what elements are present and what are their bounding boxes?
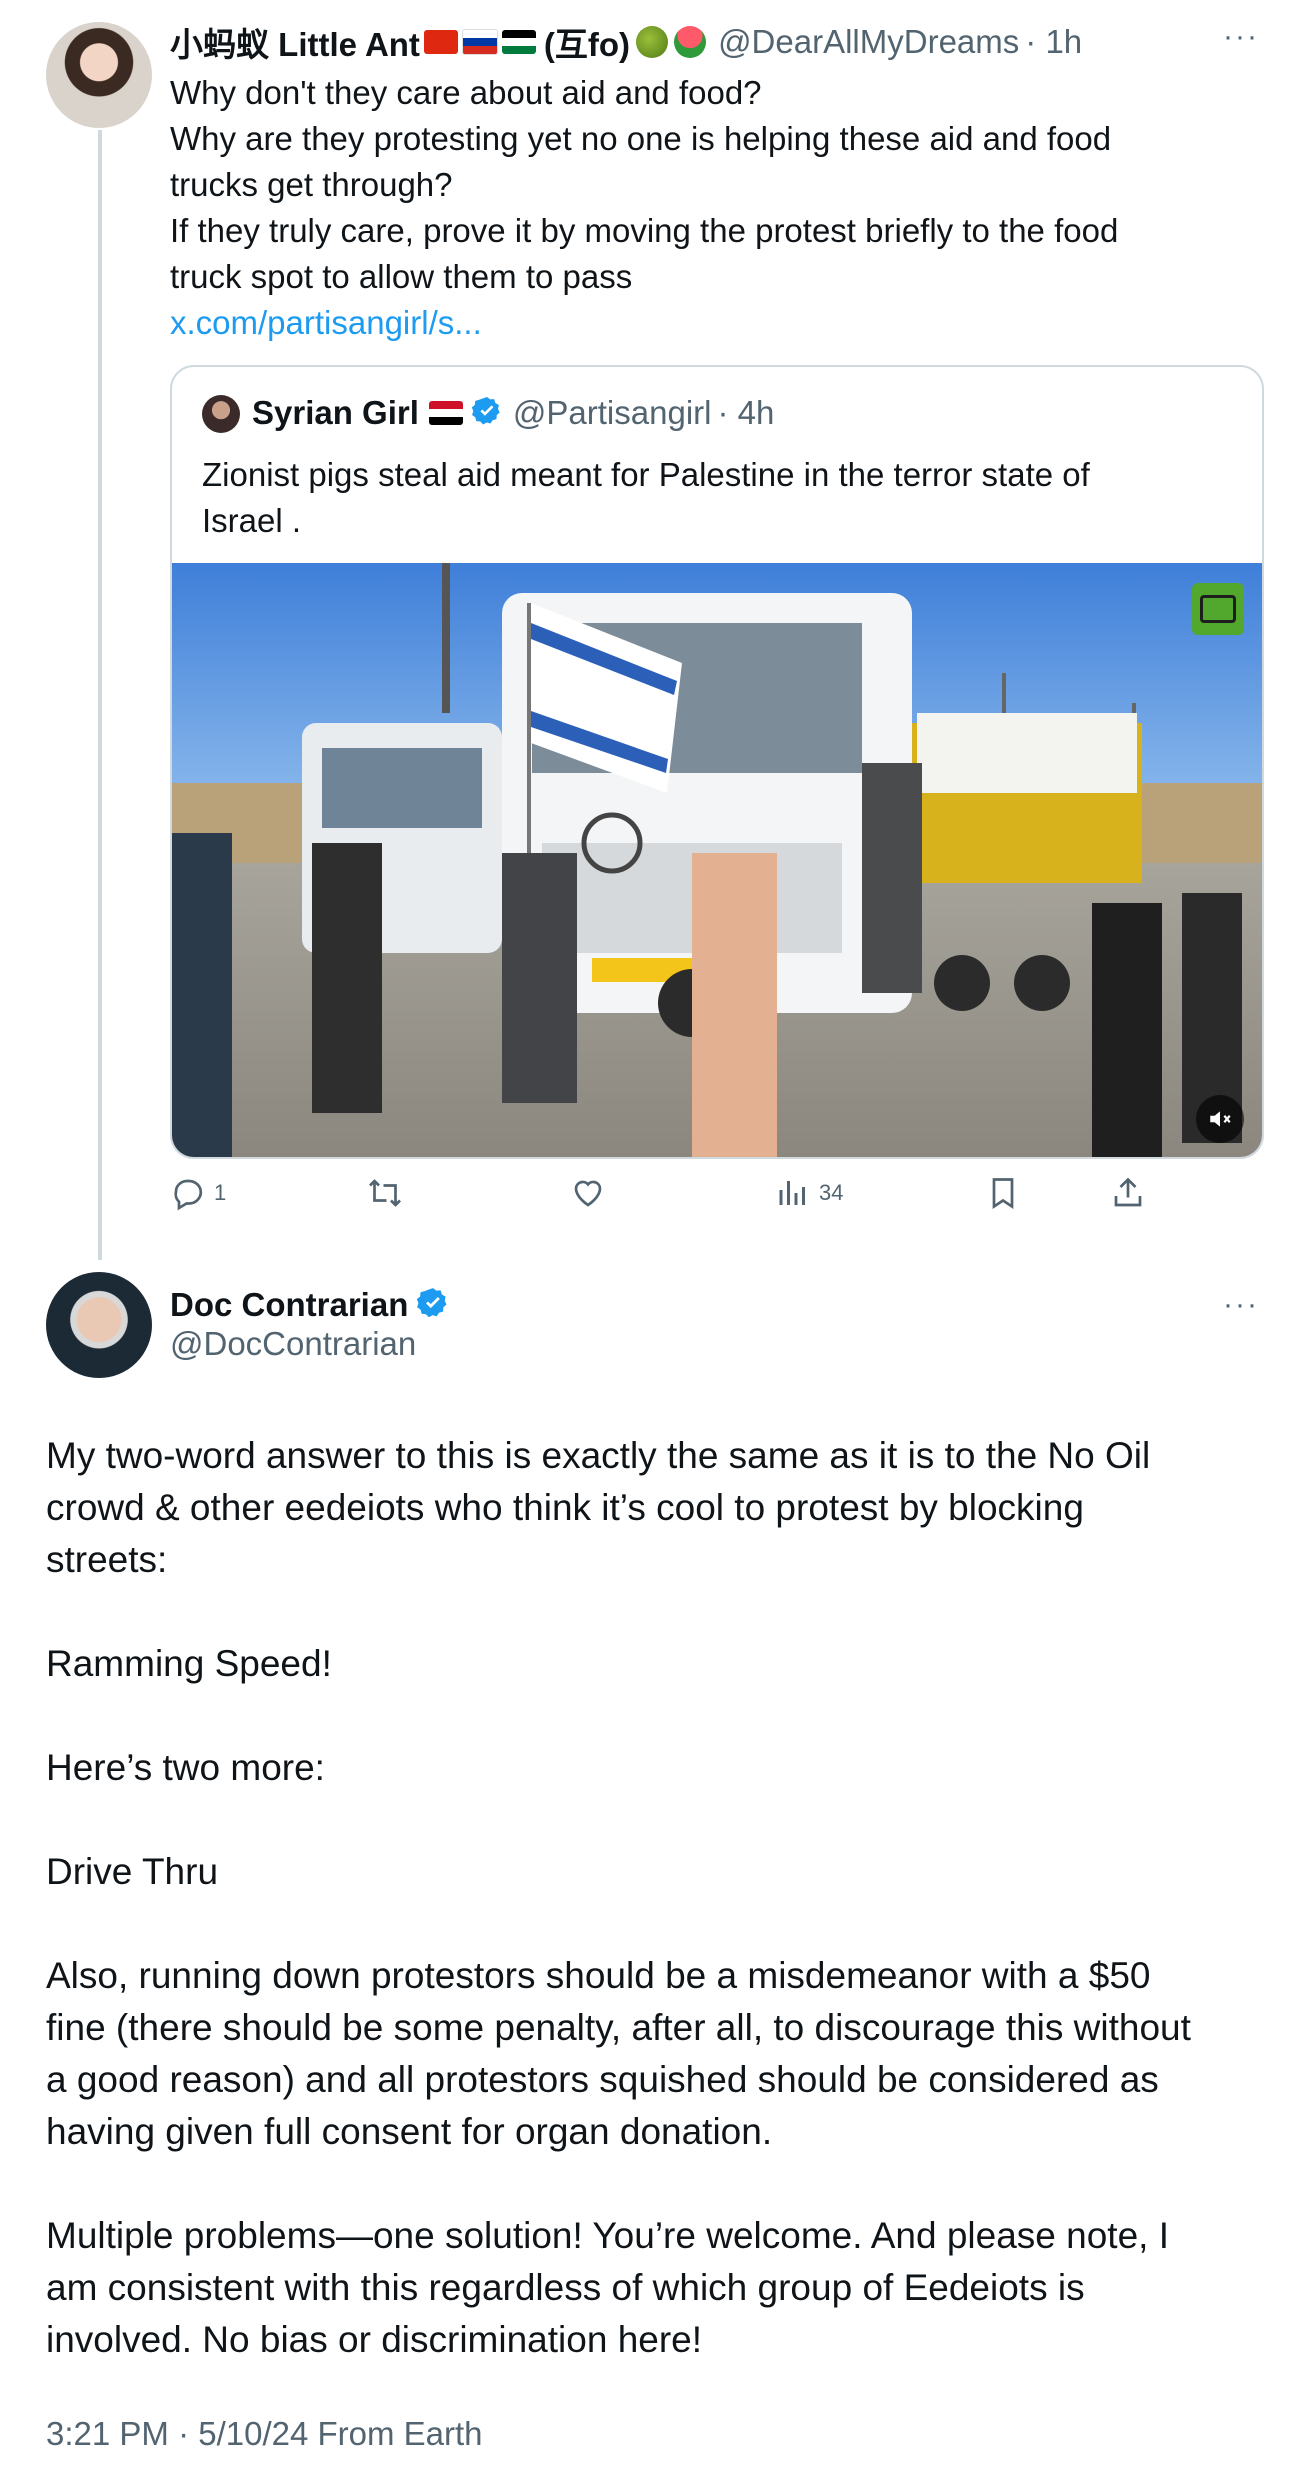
verified-badge-icon — [471, 395, 503, 432]
russia-flag-icon — [461, 29, 498, 55]
text-line: streets: — [46, 1539, 168, 1580]
share-button[interactable] — [1110, 1175, 1146, 1211]
text-line: involved. No bias or discrimination here… — [46, 2319, 703, 2360]
avatar-doc-contrarian[interactable] — [46, 1272, 152, 1378]
quote-text: Zionist pigs steal aid meant for Palesti… — [202, 452, 1242, 544]
main-tweet-header: Doc Contrarian — [170, 1282, 450, 1328]
text-line: Here’s two more: — [46, 1747, 325, 1788]
captions-badge-icon — [1192, 583, 1244, 635]
text-line: Ramming Speed! — [46, 1643, 332, 1684]
text-line: Also, running down protestors should be … — [46, 1955, 1151, 1996]
parent-text-line: Why are they protesting yet no one is he… — [170, 120, 1112, 157]
bookmark-icon — [992, 1178, 1014, 1210]
mute-toggle-icon[interactable] — [1196, 1095, 1244, 1143]
syria-flag-icon — [428, 401, 463, 425]
parent-tweet-header: 小蚂蚁 Little Ant (互fo) @DearAllMyDreams · … — [170, 18, 1250, 66]
palestine-flag-icon — [501, 30, 536, 54]
text-line: crowd & other eedeiots who think it’s co… — [46, 1487, 1084, 1528]
video-thumbnail[interactable] — [172, 563, 1262, 1157]
parent-tweet-text: Why don't they care about aid and food? … — [170, 70, 1260, 346]
parent-text-line: If they truly care, prove it by moving t… — [170, 212, 1119, 249]
main-display-name[interactable]: Doc Contrarian — [170, 1286, 408, 1324]
parent-link[interactable]: x.com/partisangirl/s... — [170, 300, 1260, 346]
tweet-timestamp[interactable]: 3:21 PM · 5/10/24 From Earth — [46, 2415, 483, 2453]
quote-header: Syrian Girl @Partisangirl · 4h — [252, 389, 774, 437]
parent-name-suffix: (互fo) — [543, 26, 631, 63]
views-count: 34 — [819, 1180, 844, 1205]
quote-display-name: Syrian Girl — [252, 394, 419, 431]
main-tweet-text: My two-word answer to this is exactly th… — [46, 1430, 1266, 2366]
parent-text-line: Why don't they care about aid and food? — [170, 74, 762, 111]
reply-icon — [174, 1179, 203, 1211]
olive-emoji-icon — [636, 26, 669, 58]
bookmark-button[interactable] — [985, 1175, 1021, 1211]
views-button[interactable]: 34 — [775, 1175, 843, 1211]
quoted-tweet-card[interactable]: Syrian Girl @Partisangirl · 4h Zionist p… — [170, 365, 1264, 1159]
parent-handle[interactable]: @DearAllMyDreams — [718, 23, 1019, 61]
share-icon — [1114, 1177, 1142, 1207]
thread-connector-line — [98, 130, 102, 1260]
text-line: am consistent with this regardless of wh… — [46, 2267, 1085, 2308]
parent-display-name[interactable]: 小蚂蚁 Little Ant — [170, 18, 420, 66]
reply-count: 1 — [214, 1180, 227, 1205]
quote-text-line: Israel . — [202, 502, 302, 539]
parent-text-line: trucks get through? — [170, 166, 453, 203]
text-line: a good reason) and all protestors squish… — [46, 2059, 1159, 2100]
quote-text-line: Zionist pigs steal aid meant for Palesti… — [202, 456, 1090, 493]
heart-icon — [574, 1180, 602, 1207]
text-line: My two-word answer to this is exactly th… — [46, 1435, 1151, 1476]
parent-more-icon[interactable]: ··· — [1223, 20, 1259, 54]
text-line: having given full consent for organ dona… — [46, 2111, 773, 2152]
parent-text-line: truck spot to allow them to pass — [170, 258, 633, 295]
views-chart-icon — [779, 1181, 805, 1205]
retweet-icon — [369, 1179, 401, 1207]
retweet-button[interactable] — [365, 1175, 413, 1211]
watermelon-emoji-icon — [674, 26, 707, 58]
text-line: fine (there should be some penalty, afte… — [46, 2007, 1191, 2048]
china-flag-icon — [423, 30, 458, 54]
verified-badge-icon — [416, 1286, 450, 1325]
reply-button[interactable]: 1 — [170, 1175, 226, 1211]
main-more-icon[interactable]: ··· — [1223, 1288, 1259, 1322]
quote-handle: @Partisangirl — [512, 394, 712, 431]
main-handle[interactable]: @DocContrarian — [170, 1325, 416, 1363]
parent-time[interactable]: · 1h — [1025, 23, 1082, 61]
avatar-little-ant[interactable] — [46, 22, 152, 128]
text-line: Drive Thru — [46, 1851, 219, 1892]
like-button[interactable] — [570, 1175, 614, 1211]
quote-time: · 4h — [717, 394, 775, 431]
text-line: Multiple problems—one solution! You’re w… — [46, 2215, 1170, 2256]
avatar-syrian-girl — [202, 395, 240, 433]
